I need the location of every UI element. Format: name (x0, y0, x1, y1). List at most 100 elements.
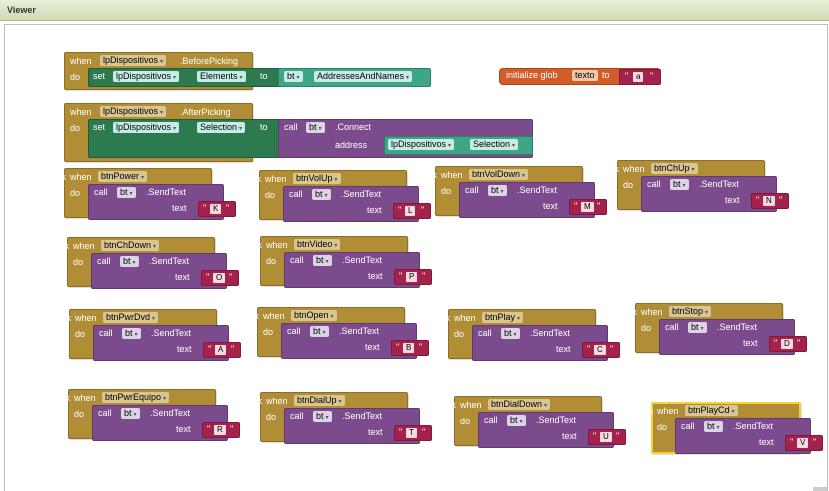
text-block[interactable]: " K " (198, 201, 236, 217)
selection-property[interactable]: Selection ▾ (470, 139, 519, 150)
component-dropdown[interactable]: lpDispositivos ▾ (100, 106, 167, 117)
event-name: .Click (47, 241, 69, 251)
do-label: do (623, 180, 634, 190)
component-dropdown[interactable]: btnPlay ▾ (482, 312, 524, 323)
text-block[interactable]: " P " (394, 269, 432, 285)
text-param-label: text (365, 342, 380, 352)
text-value[interactable]: a (633, 72, 644, 82)
bt-dropdown[interactable]: bt ▾ (312, 189, 331, 200)
text-block[interactable]: " V " (785, 435, 823, 451)
text-block[interactable]: " T " (394, 425, 432, 441)
text-value[interactable]: V (797, 438, 809, 448)
text-block[interactable]: " R " (202, 422, 240, 438)
bt-dropdown[interactable]: bt ▾ (688, 322, 707, 333)
text-block[interactable]: " A " (203, 342, 241, 358)
text-value[interactable]: D (781, 339, 793, 349)
component-dropdown[interactable]: btnChUp ▾ (651, 163, 698, 174)
text-value[interactable]: R (214, 425, 226, 435)
to-label: to (260, 71, 268, 81)
do-label: do (641, 323, 652, 333)
bt-dropdown[interactable]: bt ▾ (121, 408, 140, 419)
bt-dropdown[interactable]: bt ▾ (704, 421, 723, 432)
method-name: .SendText (339, 326, 380, 336)
scroll-corner[interactable] (813, 487, 827, 491)
component-dropdown[interactable]: btnOpen ▾ (291, 310, 337, 321)
text-value[interactable]: C (594, 345, 606, 355)
bt-dropdown[interactable]: bt ▾ (117, 187, 136, 198)
do-label: do (441, 186, 452, 196)
text-value[interactable]: B (403, 343, 415, 353)
component-dropdown[interactable]: btnPwrEquipo ▾ (102, 392, 170, 403)
component-dropdown[interactable]: btnDialDown ▾ (488, 399, 551, 410)
global-name-field[interactable]: texto (572, 70, 598, 81)
bt-dropdown[interactable]: bt ▾ (488, 185, 507, 196)
bt-dropdown[interactable]: bt ▾ (501, 328, 520, 339)
component-dropdown[interactable]: btnVolUp ▾ (293, 173, 341, 184)
property-dropdown[interactable]: Elements ▾ (197, 71, 246, 82)
event-name: .Click (237, 311, 259, 321)
call-label: call (284, 122, 298, 132)
text-param-label: text (743, 338, 758, 348)
text-value[interactable]: P (406, 272, 418, 282)
addresses-property[interactable]: AddressesAndNames ▾ (314, 71, 413, 82)
text-block[interactable]: " a " (619, 69, 661, 85)
event-name: .BeforePicking (180, 56, 239, 66)
text-value[interactable]: T (406, 428, 417, 438)
event-name: .Click (631, 406, 653, 416)
bt-dropdown[interactable]: bt ▾ (120, 256, 139, 267)
do-label: do (460, 416, 471, 426)
property-dropdown[interactable]: Selection ▾ (197, 122, 246, 133)
text-block[interactable]: " M " (569, 199, 607, 215)
method-name: .SendText (717, 322, 758, 332)
text-block[interactable]: " O " (201, 270, 239, 286)
event-name: .Click (49, 313, 71, 323)
text-block[interactable]: " U " (588, 429, 626, 445)
text-value[interactable]: N (763, 196, 775, 206)
when-label: when (75, 313, 97, 323)
text-value[interactable]: L (405, 206, 416, 216)
call-label: call (290, 255, 304, 265)
component-dropdown[interactable]: btnChDown ▾ (101, 240, 160, 251)
address-label: address (335, 140, 368, 150)
text-block[interactable]: " L " (393, 203, 431, 219)
bt-dropdown[interactable]: bt ▾ (507, 415, 526, 426)
component-dropdown[interactable]: btnVolDown ▾ (469, 169, 529, 180)
do-label: do (73, 257, 84, 267)
component-dropdown[interactable]: btnPower ▾ (98, 171, 148, 182)
event-name: .Click (240, 240, 262, 250)
when-label: when (657, 406, 679, 416)
bt-dropdown[interactable]: bt ▾ (284, 71, 303, 82)
do-label: do (266, 412, 277, 422)
method-name: .SendText (342, 255, 383, 265)
component-dropdown[interactable]: btnDialUp ▾ (294, 395, 345, 406)
component-dropdown[interactable]: btnPwrDvd ▾ (103, 312, 159, 323)
get-component-dropdown[interactable]: lpDispositivos ▾ (388, 139, 455, 150)
bt-dropdown[interactable]: bt ▾ (310, 326, 329, 337)
do-label: do (70, 123, 81, 133)
bt-dropdown[interactable]: bt ▾ (670, 179, 689, 190)
method-name: .SendText (536, 415, 577, 425)
component-dropdown[interactable]: btnPlayCd ▾ (685, 405, 738, 416)
bt-dropdown[interactable]: bt ▾ (313, 411, 332, 422)
blocks-workspace[interactable]: when lpDispositivos ▾ .BeforePicking do s… (4, 24, 828, 491)
when-label: when (73, 241, 95, 251)
bt-dropdown[interactable]: bt ▾ (306, 122, 325, 133)
component-dropdown[interactable]: btnStop ▾ (669, 306, 712, 317)
text-value[interactable]: U (600, 432, 612, 442)
text-block[interactable]: " D " (769, 336, 807, 352)
do-label: do (263, 327, 274, 337)
text-block[interactable]: " B " (391, 340, 429, 356)
set-component-dropdown[interactable]: lpDispositivos ▾ (113, 122, 180, 133)
text-block[interactable]: " N " (751, 193, 789, 209)
component-dropdown[interactable]: btnVideo ▾ (294, 239, 341, 250)
bt-dropdown[interactable]: bt ▾ (122, 328, 141, 339)
when-label: when (441, 170, 463, 180)
component-dropdown[interactable]: lpDispositivos ▾ (100, 55, 167, 66)
text-value[interactable]: K (210, 204, 222, 214)
bt-dropdown[interactable]: bt ▾ (313, 255, 332, 266)
text-value[interactable]: O (213, 273, 226, 283)
set-component-dropdown[interactable]: lpDispositivos ▾ (113, 71, 180, 82)
text-block[interactable]: " C " (582, 342, 620, 358)
text-value[interactable]: A (215, 345, 227, 355)
text-value[interactable]: M (581, 202, 594, 212)
